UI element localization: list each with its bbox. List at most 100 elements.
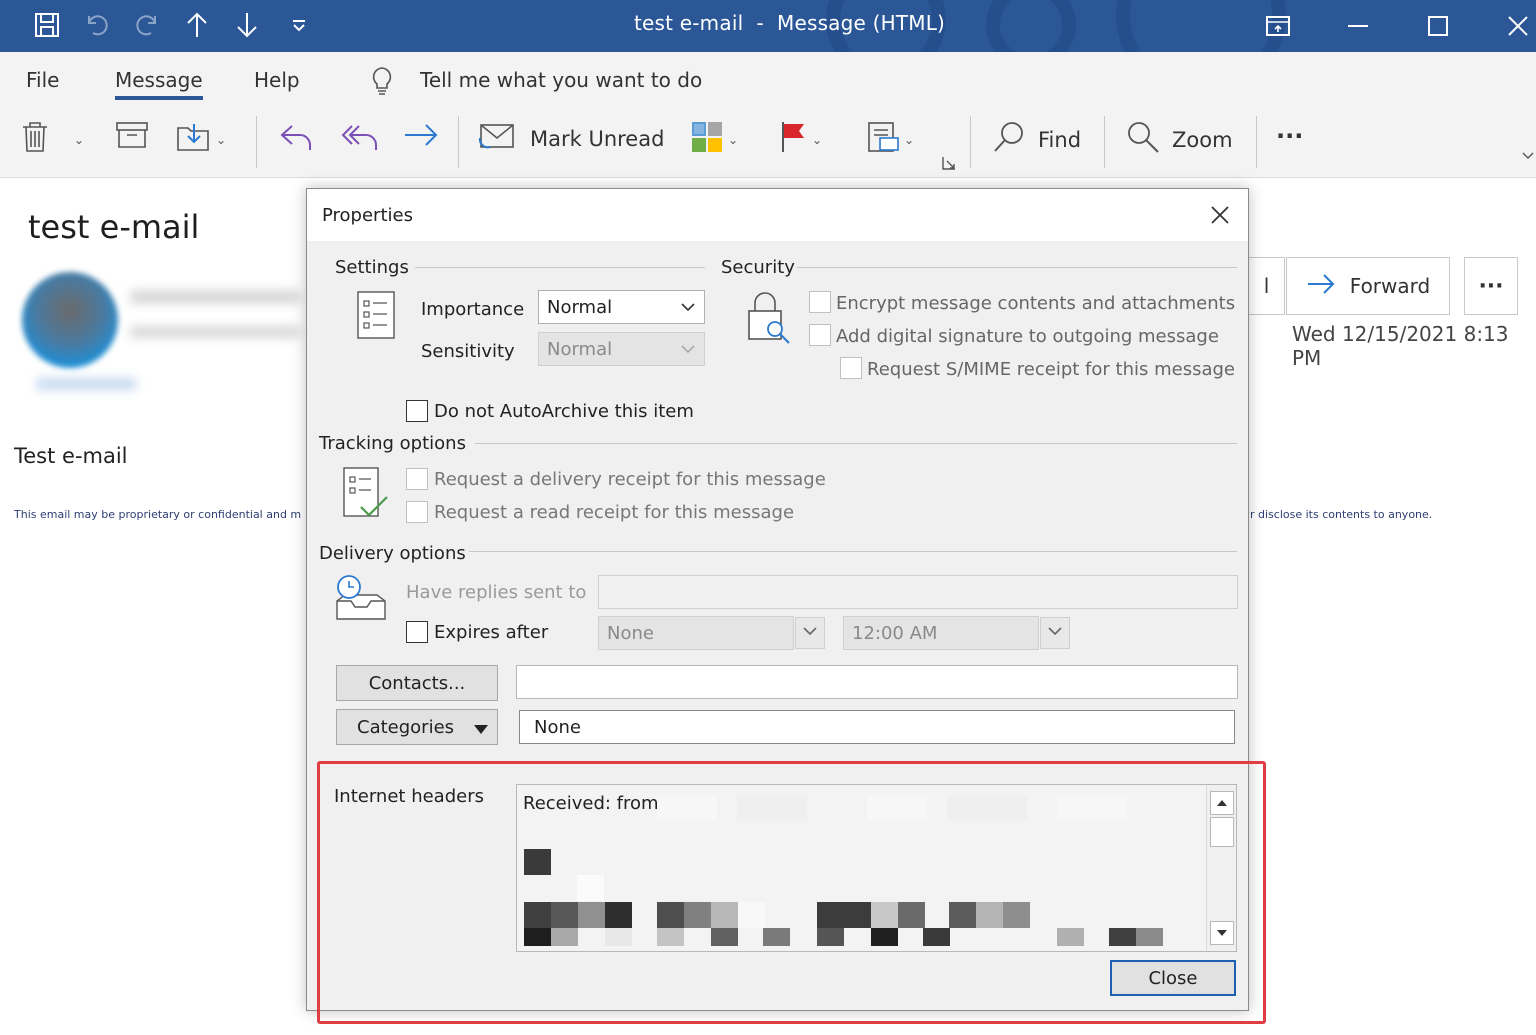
window-title: test e-mail - Message (HTML) [634,11,946,35]
digital-signature-checkbox[interactable] [809,324,831,346]
customize-toolbar-icon[interactable] [284,10,314,40]
mark-unread-label: Mark Unread [530,126,665,151]
contacts-button[interactable]: Contacts... [336,665,498,701]
categorize-icon [690,120,724,159]
ribbon-separator [458,116,459,168]
replies-sent-to-label: Have replies sent to [406,582,587,603]
reply-all-button-partial[interactable]: l [1249,257,1285,315]
forward-arrow-icon [1306,272,1336,301]
tell-me-search[interactable]: Tell me what you want to do [420,68,702,92]
move-button[interactable]: ⌄ [176,120,226,159]
lightbulb-icon [370,66,394,100]
chevron-down-icon [680,297,696,322]
delivery-options-heading: Delivery options [319,543,466,564]
expires-after-checkbox[interactable] [406,621,428,643]
chevron-down-icon[interactable]: ⌄ [74,133,84,147]
delivery-receipt-checkbox[interactable] [406,468,428,490]
more-commands-button[interactable]: ··· [1276,122,1303,150]
chevron-down-icon[interactable]: ⌄ [904,133,914,147]
disclaimer-text-right: r disclose its contents to anyone. [1250,508,1433,521]
ribbon-separator [256,116,257,168]
find-label: Find [1038,127,1082,152]
forward-label: Forward [1349,274,1431,298]
importance-select[interactable]: Normal [538,290,705,324]
chevron-down-icon[interactable]: ⌄ [812,133,822,147]
encrypt-checkbox[interactable] [809,291,831,313]
dialog-header: Properties [307,189,1248,241]
autoarchive-checkbox[interactable] [406,400,428,422]
ribbon: ⌄ ⌄ Mark Unread ⌄ ⌄ ⌄ Find Zoom ··· [0,106,1536,178]
chevron-down-icon[interactable]: ⌄ [216,133,226,147]
sensitivity-select[interactable]: Normal [538,332,705,366]
find-magnifier-icon [992,120,1026,159]
sender-name-redacted [130,290,300,304]
internet-headers-highlight [317,761,1266,1024]
dialog-title: Properties [322,205,413,226]
delete-button[interactable]: ⌄ [20,120,84,159]
sensitivity-label: Sensitivity [421,341,515,362]
undo-icon[interactable] [82,10,112,40]
tracking-options-heading: Tracking options [319,433,466,454]
collapse-ribbon-icon[interactable] [1522,150,1534,160]
dialog-launcher-icon[interactable] [942,156,956,170]
importance-value: Normal [547,297,613,318]
tracking-checklist-icon [341,465,393,527]
close-window-icon[interactable] [1488,0,1536,52]
expires-date-dropdown[interactable] [795,617,825,649]
flag-icon [778,120,808,159]
message-more-actions-button[interactable]: ··· [1464,257,1518,315]
next-item-icon[interactable] [232,10,262,40]
chevron-down-icon[interactable]: ⌄ [728,133,738,147]
expires-date-select[interactable]: None [598,616,794,650]
menu-message[interactable]: Message [115,68,203,100]
chevron-down-icon [680,339,696,364]
smime-receipt-label: Request S/MIME receipt for this message [867,359,1235,380]
expires-time-dropdown[interactable] [1040,617,1070,649]
chevron-down-icon [802,623,818,643]
expires-date-value: None [607,623,654,644]
reply-button[interactable] [278,120,314,159]
security-group-line [797,267,1237,268]
reply-all-icon [340,120,378,159]
expires-time-select[interactable]: 12:00 AM [843,616,1039,650]
sender-address-redacted [130,326,300,338]
save-icon[interactable] [32,10,62,40]
print-button[interactable]: ⌄ [866,120,914,159]
forward-arrow-icon [402,120,440,155]
reply-all-button[interactable] [340,120,378,159]
trash-icon [20,120,50,159]
zoom-button[interactable]: Zoom [1126,120,1233,159]
security-heading: Security [721,257,795,278]
delivery-receipt-label: Request a delivery receipt for this mess… [434,469,826,490]
follow-up-button[interactable]: ⌄ [778,120,822,159]
find-button[interactable]: Find [992,120,1081,159]
chevron-down-icon [1047,623,1063,643]
message-body: Test e-mail [14,444,128,468]
replies-sent-to-field[interactable] [598,575,1238,609]
maximize-icon[interactable] [1408,0,1468,52]
categories-button[interactable]: Categories [336,709,498,745]
disclaimer-text-left: This email may be proprietary or confide… [14,508,302,521]
forward-button[interactable]: Forward [1286,257,1450,315]
ribbon-separator [1256,116,1257,168]
previous-item-icon[interactable] [182,10,212,40]
read-receipt-label: Request a read receipt for this message [434,502,795,523]
mark-unread-button[interactable]: Mark Unread [478,120,664,157]
sender-avatar [22,272,118,368]
dialog-close-icon[interactable] [1206,201,1234,229]
menu-file[interactable]: File [26,68,59,92]
ribbon-display-options-icon[interactable] [1248,0,1308,52]
zoom-magnifier-icon [1126,120,1160,159]
minimize-icon[interactable] [1328,0,1388,52]
read-receipt-checkbox[interactable] [406,501,428,523]
contacts-field[interactable] [516,665,1238,699]
forward-ribbon-button[interactable] [402,120,440,155]
archive-button[interactable] [115,120,149,155]
categorize-button[interactable]: ⌄ [690,120,738,159]
smime-receipt-checkbox[interactable] [840,357,862,379]
redo-icon[interactable] [132,10,162,40]
menu-help[interactable]: Help [254,68,300,92]
message-date: Wed 12/15/2021 8:13 PM [1292,322,1509,370]
categories-field[interactable]: None [519,710,1235,744]
delivery-group-line [469,551,1237,552]
